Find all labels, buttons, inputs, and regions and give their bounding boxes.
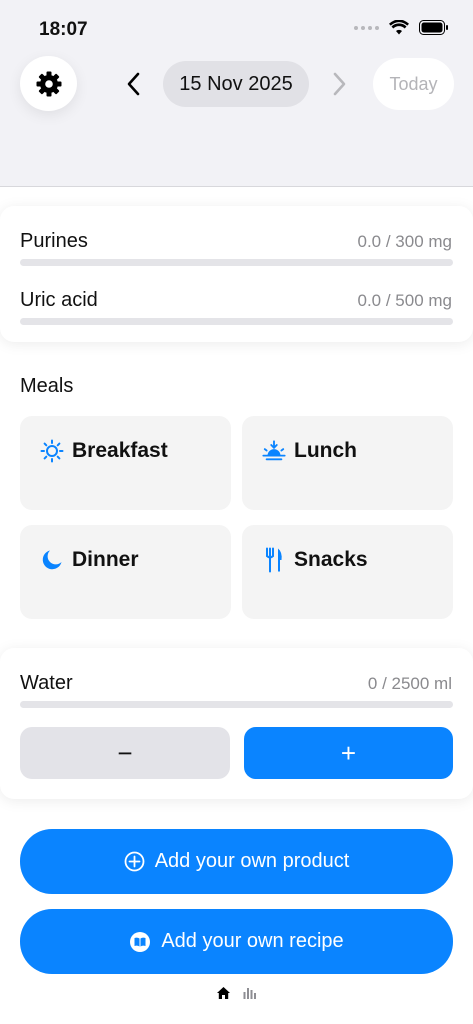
book-circle-icon [130, 931, 151, 952]
meal-label-breakfast: Breakfast [72, 439, 168, 462]
water-decrement-button[interactable]: − [20, 727, 230, 779]
next-day-button[interactable] [329, 68, 351, 100]
tab-bar [0, 984, 473, 1002]
add-recipe-label: Add your own recipe [161, 930, 344, 952]
water-increment-button[interactable]: + [244, 727, 453, 779]
status-time: 18:07 [39, 19, 88, 40]
battery-icon [419, 20, 448, 35]
water-progress-bar [20, 701, 453, 708]
home-icon[interactable] [216, 986, 231, 1000]
purines-label: Purines [20, 230, 88, 252]
chevron-left-icon [127, 72, 140, 96]
chevron-right-icon [333, 72, 346, 96]
uric-acid-progress-bar [20, 318, 453, 325]
water-label: Water [20, 672, 73, 694]
moon-icon [40, 547, 64, 573]
settings-button[interactable] [20, 56, 77, 111]
meal-label-lunch: Lunch [294, 439, 357, 462]
water-value: 0 / 2500 ml [367, 674, 452, 693]
wifi-icon [389, 20, 409, 35]
plus-circle-icon [124, 851, 145, 872]
meal-tile-snacks[interactable]: Snacks [242, 525, 453, 619]
fork-knife-icon [262, 547, 286, 573]
uric-acid-label: Uric acid [20, 289, 98, 311]
meal-label-snacks: Snacks [294, 548, 368, 571]
purines-progress-bar [20, 259, 453, 266]
signal-icon [354, 25, 379, 30]
sunrise-icon [262, 438, 286, 464]
meal-label-dinner: Dinner [72, 548, 139, 571]
stats-icon[interactable] [243, 987, 257, 999]
status-icons [354, 20, 449, 35]
date-selector[interactable]: 15 Nov 2025 [163, 61, 309, 107]
meal-tile-dinner[interactable]: Dinner [20, 525, 231, 619]
add-recipe-button[interactable]: Add your own recipe [20, 909, 453, 974]
nutrients-card: Purines 0.0 / 300 mg Uric acid 0.0 / 500… [0, 206, 473, 342]
meal-tile-breakfast[interactable]: Breakfast [20, 416, 231, 510]
add-product-button[interactable]: Add your own product [20, 829, 453, 894]
add-product-label: Add your own product [154, 850, 350, 872]
previous-day-button[interactable] [122, 68, 144, 100]
meals-title: Meals [20, 375, 74, 397]
gear-icon [36, 71, 61, 96]
today-button[interactable]: Today [373, 58, 454, 110]
meal-tile-lunch[interactable]: Lunch [242, 416, 453, 510]
header: 18:07 15 Nov 2025 Today [0, 0, 473, 187]
sun-icon [40, 438, 64, 464]
purines-value: 0.0 / 300 mg [357, 232, 452, 251]
uric-acid-value: 0.0 / 500 mg [357, 291, 452, 310]
